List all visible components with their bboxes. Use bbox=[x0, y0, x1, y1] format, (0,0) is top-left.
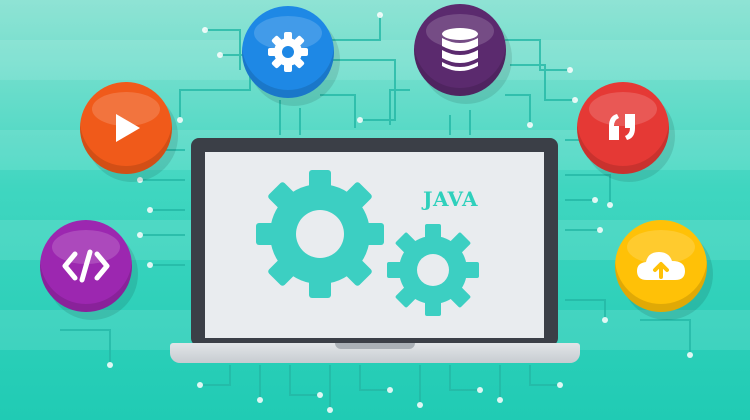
gear-icon bbox=[268, 32, 308, 72]
laptop-display: JAVA bbox=[205, 152, 544, 338]
quote-bubble[interactable] bbox=[577, 82, 669, 174]
settings-bubble[interactable] bbox=[242, 6, 334, 98]
quote-icon bbox=[609, 114, 635, 140]
gears-graphic bbox=[256, 170, 479, 316]
illustration-canvas: JAVA bbox=[0, 0, 750, 420]
large-gear bbox=[256, 170, 384, 298]
cloud-upload-icon bbox=[637, 252, 685, 280]
play-bubble[interactable] bbox=[80, 82, 172, 174]
database-icon bbox=[442, 28, 478, 71]
play-icon bbox=[116, 114, 140, 142]
cloud-upload-bubble[interactable] bbox=[615, 220, 707, 312]
laptop-screen: JAVA bbox=[191, 138, 558, 346]
small-gear bbox=[387, 224, 479, 316]
database-bubble[interactable] bbox=[414, 4, 506, 96]
java-label: JAVA bbox=[423, 187, 479, 211]
laptop-notch bbox=[335, 343, 415, 349]
code-bubble[interactable] bbox=[40, 220, 132, 312]
code-icon bbox=[62, 249, 110, 283]
laptop-base bbox=[170, 343, 580, 363]
